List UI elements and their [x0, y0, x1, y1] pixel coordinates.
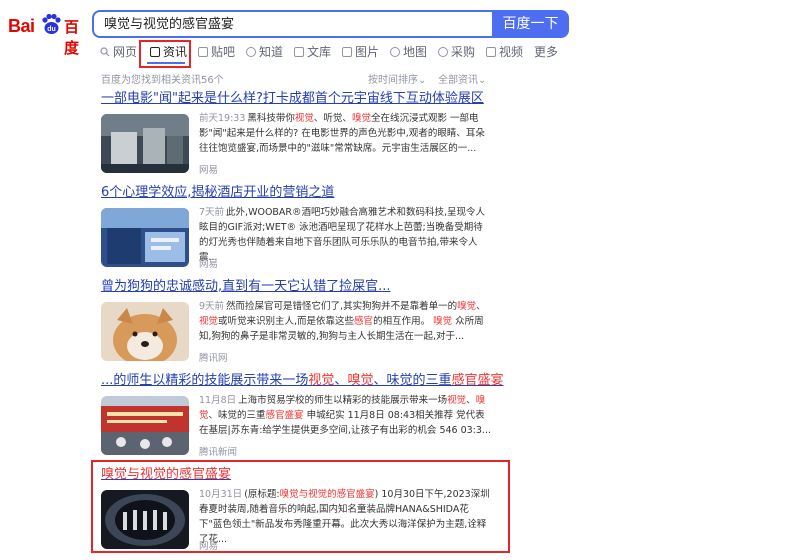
image-icon — [342, 47, 352, 57]
result-snippet: 11月8日 上海市贸易学校的师生以精彩的技能展示带来一场视觉、嗅觉、味觉的三重感官… — [199, 395, 491, 436]
tab-zhidao[interactable]: 知道 — [246, 43, 283, 63]
news-result: 一部电影"闻"起来是什么样?打卡成都首个元宇宙线下互动体验展区 前天19:33 黑… — [101, 90, 501, 184]
svg-text:du: du — [47, 26, 56, 33]
result-time: 7天前 — [199, 207, 225, 218]
chevron-down-icon: ⌄ — [478, 75, 487, 86]
annotation-box-news-tab — [139, 40, 191, 68]
result-title-link[interactable]: ...的师生以精彩的技能展示带来一场视觉、嗅觉、味觉的三重感官盛宴 — [101, 372, 503, 390]
news-result: 6个心理学效应,揭秘酒店开业的营销之道 7天前 此外,WOOBAR®酒吧巧妙融合高… — [101, 184, 501, 278]
search-button[interactable]: 百度一下 — [492, 10, 569, 38]
logo-text-baidu: 百度 — [64, 18, 80, 57]
tab-wenku[interactable]: 文库 — [294, 43, 331, 63]
doc-icon — [294, 47, 304, 57]
tab-web[interactable]: 网页 — [100, 43, 137, 63]
result-time: 11月8日 — [199, 395, 237, 406]
chevron-down-icon: ⌄ — [418, 75, 427, 86]
sort-dropdown[interactable]: 按时间排序⌄ — [368, 71, 426, 86]
tieba-icon — [198, 47, 208, 57]
result-source[interactable]: 腾讯网 — [199, 350, 228, 364]
purchase-icon — [438, 47, 448, 57]
tab-video[interactable]: 视频 — [486, 43, 523, 63]
baidu-logo[interactable]: Bai du 百度 — [8, 10, 86, 57]
map-icon — [390, 47, 400, 57]
result-count: 百度为您找到相关资讯56个 — [101, 75, 224, 86]
result-title-link[interactable]: 曾为狗狗的忠诚感动,直到有一天它认错了捡屎官... — [101, 278, 501, 296]
result-thumbnail[interactable] — [101, 208, 189, 267]
search-icon — [100, 47, 110, 57]
tab-images[interactable]: 图片 — [342, 43, 379, 63]
result-source[interactable]: 网易 — [199, 162, 218, 176]
paw-icon: du — [42, 13, 61, 34]
result-time: 前天19:33 — [199, 113, 246, 124]
tab-map[interactable]: 地图 — [390, 43, 427, 63]
filter-dropdown[interactable]: 全部资讯⌄ — [438, 71, 486, 86]
result-thumbnail[interactable] — [101, 302, 189, 361]
tab-tieba[interactable]: 贴吧 — [198, 43, 235, 63]
annotation-box-last-result — [91, 460, 510, 553]
result-source[interactable]: 网易 — [199, 256, 218, 270]
news-result: ...的师生以精彩的技能展示带来一场视觉、嗅觉、味觉的三重感官盛宴 11月8日上… — [101, 372, 503, 466]
result-thumbnail[interactable] — [101, 114, 189, 173]
search-input[interactable]: 嗅觉与视觉的感官盛宴 — [92, 10, 492, 38]
result-time: 9天前 — [199, 301, 225, 312]
result-thumbnail[interactable] — [101, 396, 189, 455]
video-icon — [486, 47, 496, 57]
result-title-link[interactable]: 6个心理学效应,揭秘酒店开业的营销之道 — [101, 184, 501, 202]
result-snippet: 前天19:33 黑科技带你视觉、听觉、嗅觉全在线沉浸式观影 一部电影"闻"起来是什… — [199, 113, 485, 154]
result-title-link[interactable]: 一部电影"闻"起来是什么样?打卡成都首个元宇宙线下互动体验展区 — [101, 90, 501, 108]
news-result: 曾为狗狗的忠诚感动,直到有一天它认错了捡屎官... 9天前 然而捡屎官可是错怪它们… — [101, 278, 501, 372]
tab-more[interactable]: 更多 — [534, 43, 558, 63]
logo-text-bai: Bai — [8, 16, 35, 36]
question-icon — [246, 47, 256, 57]
tab-purchase[interactable]: 采购 — [438, 43, 475, 63]
result-snippet: 7天前 此外,WOOBAR®酒吧巧妙融合高雅艺术和数码科技,呈现令人眩目的GIF派… — [199, 207, 486, 263]
result-snippet: 9天前 然而捡屎官可是错怪它们了,其实狗狗并不是靠着单一的嗅觉、视觉或听觉来识别主… — [199, 301, 486, 342]
result-source[interactable]: 腾讯新闻 — [199, 444, 237, 458]
